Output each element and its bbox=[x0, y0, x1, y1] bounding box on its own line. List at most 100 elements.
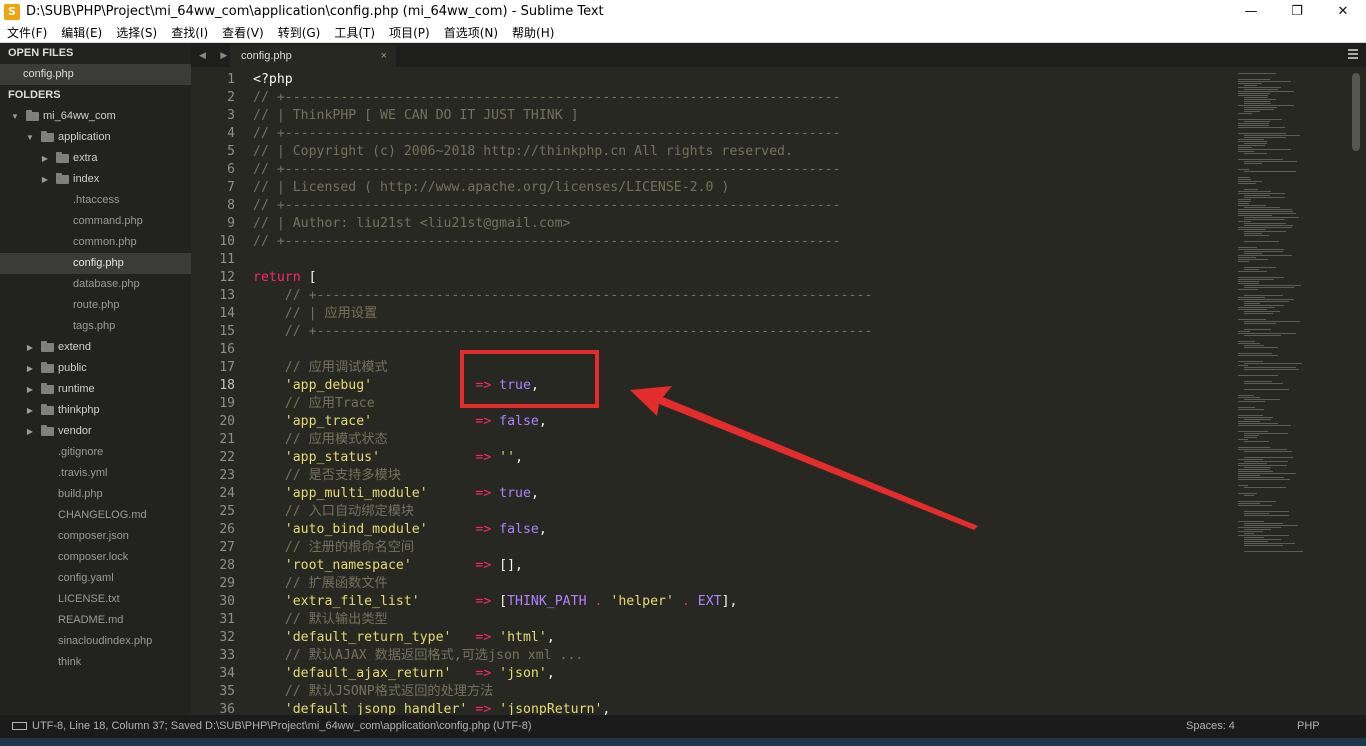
minimap[interactable] bbox=[1236, 73, 1366, 563]
code-line[interactable]: // 注册的根命名空间 bbox=[253, 539, 872, 557]
menu-item-7[interactable]: 项目(P) bbox=[382, 24, 437, 41]
tree-item-file[interactable]: command.php bbox=[0, 211, 191, 232]
syntax-indicator[interactable]: PHP bbox=[1297, 715, 1320, 738]
vertical-scrollbar[interactable] bbox=[1352, 73, 1360, 151]
code-line[interactable]: 'default_return_type' => 'html', bbox=[253, 629, 872, 647]
tree-item-file[interactable]: .gitignore bbox=[0, 442, 191, 463]
tree-item-file[interactable]: README.md bbox=[0, 610, 191, 631]
minimap-line bbox=[1244, 551, 1303, 552]
code-token: // | Licensed ( http://www.apache.org/li… bbox=[253, 180, 730, 195]
indentation-indicator[interactable]: Spaces: 4 bbox=[1186, 715, 1235, 738]
minimap-line bbox=[1238, 221, 1251, 222]
tree-item-file[interactable]: config.yaml bbox=[0, 568, 191, 589]
tree-item-file[interactable]: composer.json bbox=[0, 526, 191, 547]
disclosure-collapsed-icon[interactable]: ▶ bbox=[25, 358, 35, 379]
code-line[interactable]: // | 应用设置 bbox=[253, 305, 872, 323]
tab-nav-arrows-icon[interactable]: ◀ ▶ bbox=[199, 43, 233, 67]
menu-item-4[interactable]: 查看(V) bbox=[215, 24, 271, 41]
tab-bar: ◀ ▶ config.php × bbox=[191, 43, 1366, 67]
code-token: , bbox=[530, 486, 539, 501]
menu-item-1[interactable]: 编辑(E) bbox=[54, 24, 109, 41]
tab-menu-icon[interactable] bbox=[1348, 49, 1358, 59]
code-line[interactable]: // | Copyright (c) 2006~2018 http://thin… bbox=[253, 143, 872, 161]
code-line[interactable]: 'extra_file_list' => [THINK_PATH . 'help… bbox=[253, 593, 872, 611]
minimap-line bbox=[1238, 159, 1283, 160]
open-file-config-php[interactable]: config.php bbox=[0, 64, 191, 85]
code-line[interactable]: // +------------------------------------… bbox=[253, 161, 872, 179]
menu-item-3[interactable]: 查找(I) bbox=[164, 24, 215, 41]
tab-config-php[interactable]: config.php × bbox=[230, 45, 396, 67]
tree-item-file[interactable]: CHANGELOG.md bbox=[0, 505, 191, 526]
minimap-line bbox=[1238, 183, 1256, 184]
tree-item-file[interactable]: .travis.yml bbox=[0, 463, 191, 484]
tree-item-file[interactable]: think bbox=[0, 652, 191, 673]
code-line[interactable]: // | Licensed ( http://www.apache.org/li… bbox=[253, 179, 872, 197]
code-line[interactable]: // 默认输出类型 bbox=[253, 611, 872, 629]
menu-item-6[interactable]: 工具(T) bbox=[327, 24, 382, 41]
tree-item-folder[interactable]: ▶ extra bbox=[0, 148, 191, 169]
code-line[interactable]: // 默认AJAX 数据返回格式,可选json xml ... bbox=[253, 647, 872, 665]
code-line[interactable]: // +------------------------------------… bbox=[253, 125, 872, 143]
code-line[interactable]: // 扩展函数文件 bbox=[253, 575, 872, 593]
disclosure-collapsed-icon[interactable]: ▶ bbox=[25, 337, 35, 358]
tree-item-file[interactable]: .htaccess bbox=[0, 190, 191, 211]
tree-item-file[interactable]: sinacloudindex.php bbox=[0, 631, 191, 652]
minimap-line bbox=[1244, 207, 1280, 208]
disclosure-expanded-icon[interactable]: ▼ bbox=[25, 127, 35, 148]
code-line[interactable]: // | Author: liu21st <liu21st@gmail.com> bbox=[253, 215, 872, 233]
tab-close-icon[interactable]: × bbox=[381, 45, 387, 67]
menu-item-0[interactable]: 文件(F) bbox=[0, 24, 54, 41]
tree-item-file[interactable]: LICENSE.txt bbox=[0, 589, 191, 610]
minimap-line bbox=[1244, 253, 1262, 254]
tree-item-file[interactable]: build.php bbox=[0, 484, 191, 505]
minimap-line bbox=[1238, 471, 1273, 472]
code-line[interactable]: 'root_namespace' => [], bbox=[253, 557, 872, 575]
tree-item-file[interactable]: database.php bbox=[0, 274, 191, 295]
tree-item-file[interactable]: tags.php bbox=[0, 316, 191, 337]
tree-item-folder[interactable]: ▼ mi_64ww_com bbox=[0, 106, 191, 127]
tree-item-folder[interactable]: ▶ extend bbox=[0, 337, 191, 358]
maximize-button[interactable]: ❐ bbox=[1274, 0, 1320, 23]
tree-item-file[interactable]: composer.lock bbox=[0, 547, 191, 568]
tree-item-folder[interactable]: ▶ public bbox=[0, 358, 191, 379]
tree-item-folder[interactable]: ▶ vendor bbox=[0, 421, 191, 442]
code-line[interactable]: <?php bbox=[253, 71, 872, 89]
disclosure-collapsed-icon[interactable]: ▶ bbox=[25, 400, 35, 421]
tree-item-file[interactable]: config.php bbox=[0, 253, 191, 274]
line-number: 11 bbox=[219, 252, 235, 267]
minimap-line bbox=[1244, 303, 1260, 304]
close-button[interactable]: ✕ bbox=[1320, 0, 1366, 23]
disclosure-collapsed-icon[interactable]: ▶ bbox=[25, 379, 35, 400]
tree-item-folder[interactable]: ▶ index bbox=[0, 169, 191, 190]
minimap-line bbox=[1244, 539, 1281, 540]
tree-item-folder[interactable]: ▼ application bbox=[0, 127, 191, 148]
tree-item-folder[interactable]: ▶ runtime bbox=[0, 379, 191, 400]
code-line[interactable]: // +------------------------------------… bbox=[253, 287, 873, 305]
code-line[interactable]: // +------------------------------------… bbox=[253, 89, 872, 107]
tree-item-file[interactable]: route.php bbox=[0, 295, 191, 316]
minimize-button[interactable]: — bbox=[1228, 0, 1274, 23]
menu-item-5[interactable]: 转到(G) bbox=[271, 24, 328, 41]
tree-item-folder[interactable]: ▶ thinkphp bbox=[0, 400, 191, 421]
code-line[interactable]: // +------------------------------------… bbox=[253, 233, 872, 251]
menu-item-9[interactable]: 帮助(H) bbox=[505, 24, 561, 41]
minimap-line bbox=[1238, 83, 1262, 84]
panel-toggle-icon[interactable] bbox=[12, 722, 27, 730]
menu-item-8[interactable]: 首选项(N) bbox=[437, 24, 505, 41]
code-line[interactable]: // 默认JSONP格式返回的处理方法 bbox=[253, 683, 872, 701]
tree-item-file[interactable]: common.php bbox=[0, 232, 191, 253]
code-line[interactable]: 'default_jsonp_handler' => 'jsonpReturn'… bbox=[253, 701, 872, 715]
menu-item-2[interactable]: 选择(S) bbox=[109, 24, 164, 41]
disclosure-collapsed-icon[interactable]: ▶ bbox=[40, 148, 50, 169]
disclosure-expanded-icon[interactable]: ▼ bbox=[10, 106, 20, 127]
code-line[interactable]: // +------------------------------------… bbox=[253, 197, 872, 215]
code-line[interactable]: // +------------------------------------… bbox=[253, 323, 873, 341]
disclosure-collapsed-icon[interactable]: ▶ bbox=[25, 421, 35, 442]
code-line[interactable] bbox=[253, 251, 872, 269]
code-line[interactable]: return [ bbox=[253, 269, 872, 287]
code-line[interactable]: // | ThinkPHP [ WE CAN DO IT JUST THINK … bbox=[253, 107, 872, 125]
code-line[interactable]: 'default_ajax_return' => 'json', bbox=[253, 665, 872, 683]
disclosure-collapsed-icon[interactable]: ▶ bbox=[40, 169, 50, 190]
